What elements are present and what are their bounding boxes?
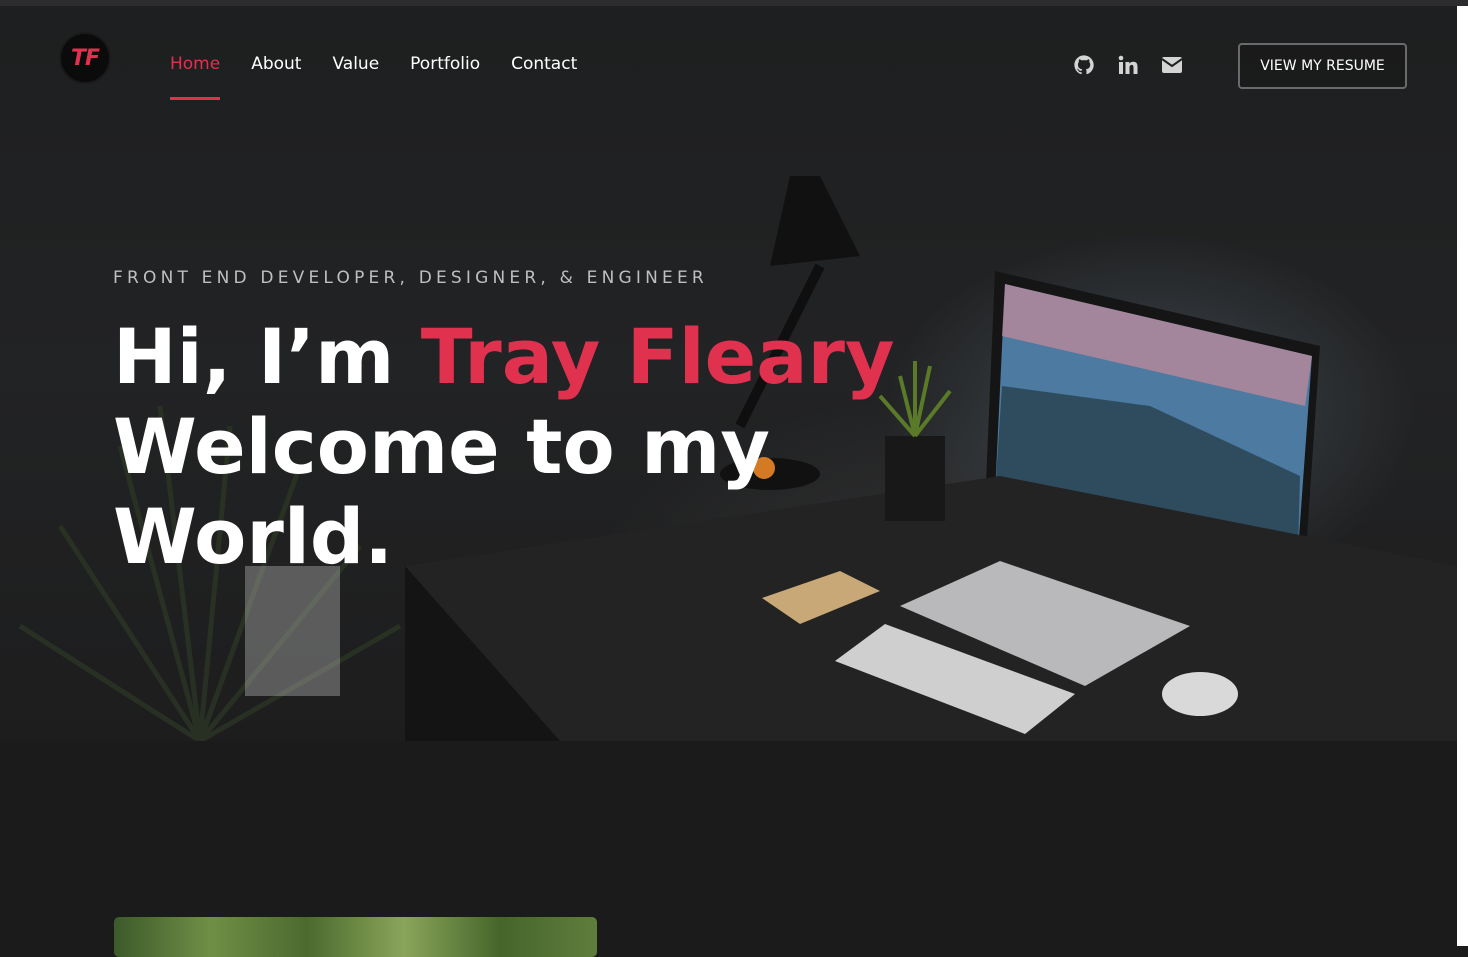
nav-value[interactable]: Value: [332, 54, 379, 100]
linkedin-icon[interactable]: [1116, 53, 1140, 77]
nav-portfolio[interactable]: Portfolio: [410, 54, 480, 100]
main-nav: Home About Value Portfolio Contact: [170, 54, 577, 100]
hero-line3: World.: [113, 492, 394, 581]
nav-home[interactable]: Home: [170, 54, 221, 100]
scrollbar-track[interactable]: [1457, 6, 1468, 946]
site-logo[interactable]: TF: [59, 32, 111, 84]
hero-greeting: Hi, I’m: [113, 312, 421, 401]
nav-contact[interactable]: Contact: [511, 54, 577, 100]
hero-headline: Hi, I’m Tray Fleary Welcome to my World.: [113, 312, 1013, 582]
github-icon[interactable]: [1072, 53, 1096, 77]
logo-text: TF: [70, 45, 100, 71]
hero-kicker: FRONT END DEVELOPER, DESIGNER, & ENGINEE…: [113, 268, 708, 288]
hero-name: Tray Fleary: [420, 312, 895, 401]
about-photo: [114, 917, 597, 957]
hero-line2: Welcome to my: [113, 402, 770, 491]
view-resume-button[interactable]: VIEW MY RESUME: [1238, 43, 1407, 89]
envelope-icon[interactable]: [1160, 53, 1184, 77]
nav-about[interactable]: About: [251, 54, 301, 100]
social-links: [1072, 53, 1184, 77]
hero-section: TF Home About Value Portfolio Contact VI…: [0, 6, 1457, 741]
